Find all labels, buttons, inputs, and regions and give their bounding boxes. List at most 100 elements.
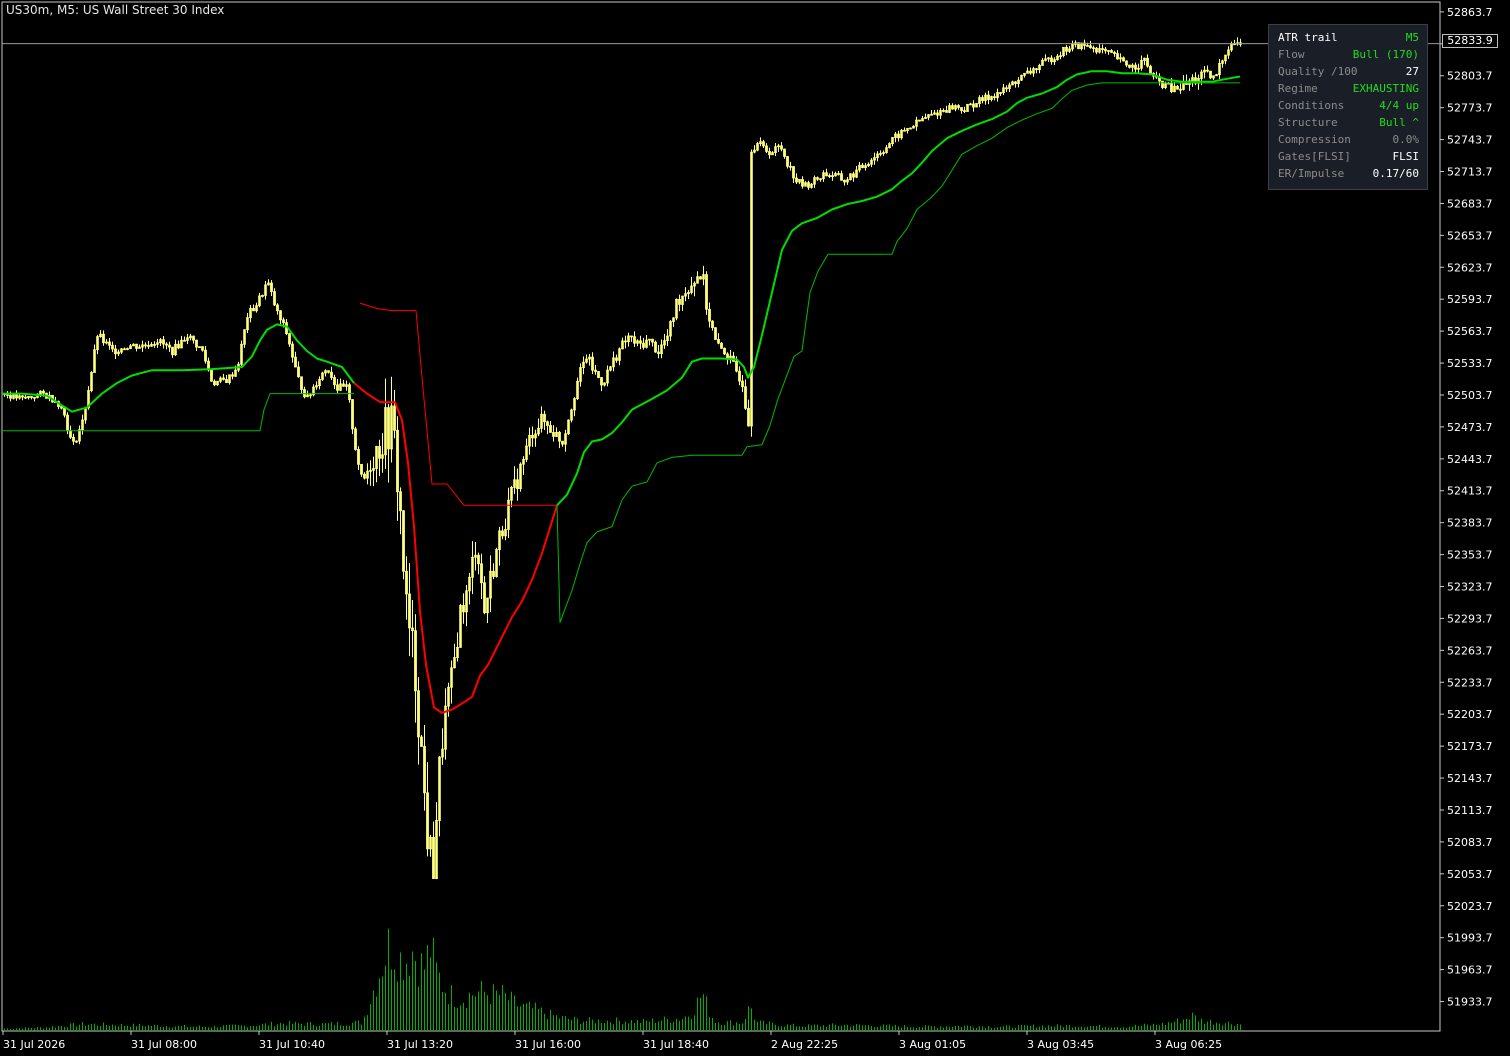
candle [780, 142, 783, 152]
candle [393, 390, 396, 439]
candle [558, 430, 561, 449]
candle [138, 344, 141, 349]
candle [453, 643, 456, 669]
candle [330, 366, 333, 381]
candle [402, 510, 405, 580]
candle [612, 351, 615, 372]
y-tick-label: 52683.7 [1447, 197, 1493, 210]
panel-title: ATR trail [1278, 31, 1338, 44]
candle [150, 342, 153, 347]
candle [597, 370, 600, 379]
candle [216, 380, 219, 386]
candle [882, 150, 885, 156]
candle [801, 176, 804, 189]
candle [1011, 80, 1014, 86]
y-tick-label: 52143.7 [1447, 772, 1493, 785]
candle [498, 526, 501, 566]
candle [240, 340, 243, 369]
candle [1029, 67, 1032, 75]
candle [795, 173, 798, 184]
candle [324, 369, 327, 377]
candle [966, 103, 969, 112]
candle [408, 563, 411, 657]
candle [714, 327, 717, 340]
candle [243, 329, 246, 348]
candle [354, 426, 357, 451]
candle [438, 755, 441, 837]
candle [723, 347, 726, 356]
candle [1113, 50, 1116, 57]
candle [996, 88, 999, 102]
chart-title: US30m, M5: US Wall Street 30 Index [6, 3, 225, 17]
candle [1137, 63, 1140, 73]
candle [33, 396, 36, 402]
candle [981, 95, 984, 104]
panel-row-gates-flsi: Gates[FLSI] FLSI [1278, 148, 1419, 165]
x-tick-label: 31 Jul 08:00 [131, 1038, 197, 1051]
candle [102, 330, 105, 346]
candle [741, 375, 744, 393]
atr-trail-panel: ATR trail M5 Flow Bull (170) Quality /100 2… [1268, 24, 1428, 190]
candle [753, 145, 756, 154]
candle [930, 109, 933, 116]
candle [744, 379, 747, 410]
candle [1071, 40, 1074, 52]
candle [924, 113, 927, 119]
candle [468, 572, 471, 605]
candle [630, 335, 633, 342]
candle [426, 762, 429, 857]
candle [999, 92, 1002, 96]
candle [582, 356, 585, 375]
candle [666, 329, 669, 347]
candle [693, 281, 696, 297]
candle [300, 376, 303, 395]
candle [1023, 72, 1026, 78]
candle [1002, 83, 1005, 96]
candle [420, 734, 423, 747]
y-tick-label: 52263.7 [1447, 644, 1493, 657]
candle [432, 821, 435, 879]
candle [327, 370, 330, 374]
candle [1098, 44, 1101, 54]
candle [297, 361, 300, 378]
candle [1062, 46, 1065, 58]
candle [459, 603, 462, 648]
candle [258, 292, 261, 308]
candle [915, 116, 918, 131]
candle [78, 425, 81, 445]
candle [423, 724, 426, 811]
candle [1119, 53, 1122, 63]
panel-row-label: Flow [1278, 48, 1305, 61]
panel-row-value: 4/4 up [1379, 99, 1419, 112]
candle [633, 331, 636, 347]
candle [906, 128, 909, 134]
chart-window[interactable]: 52863.752833.752803.752773.752743.752713… [0, 0, 1510, 1056]
x-tick-label: 3 Aug 06:25 [1155, 1038, 1222, 1051]
candle [648, 338, 651, 346]
y-tick-label: 52353.7 [1447, 549, 1493, 562]
candle [702, 265, 705, 286]
candle [858, 162, 861, 173]
candle [840, 170, 843, 181]
candle [750, 149, 753, 437]
candle [246, 313, 249, 333]
candle [768, 147, 771, 159]
candle [165, 342, 168, 350]
candle [1056, 53, 1059, 61]
candle [414, 614, 417, 723]
panel-row-value: 0.17/60 [1372, 167, 1419, 180]
candle [567, 419, 570, 435]
y-tick-label: 51963.7 [1447, 964, 1493, 977]
candle [15, 390, 18, 401]
panel-header: ATR trail M5 [1278, 29, 1419, 46]
candle [729, 350, 732, 364]
series-stop-green-a [2, 393, 354, 432]
panel-row-er-impulse: ER/Impulse 0.17/60 [1278, 165, 1419, 182]
candle [561, 440, 564, 447]
candle [219, 376, 222, 384]
panel-row-value: Bull (170) [1352, 48, 1419, 61]
candle [1068, 46, 1071, 54]
candle [1224, 54, 1227, 65]
candle [1014, 81, 1017, 88]
candle [711, 320, 714, 331]
